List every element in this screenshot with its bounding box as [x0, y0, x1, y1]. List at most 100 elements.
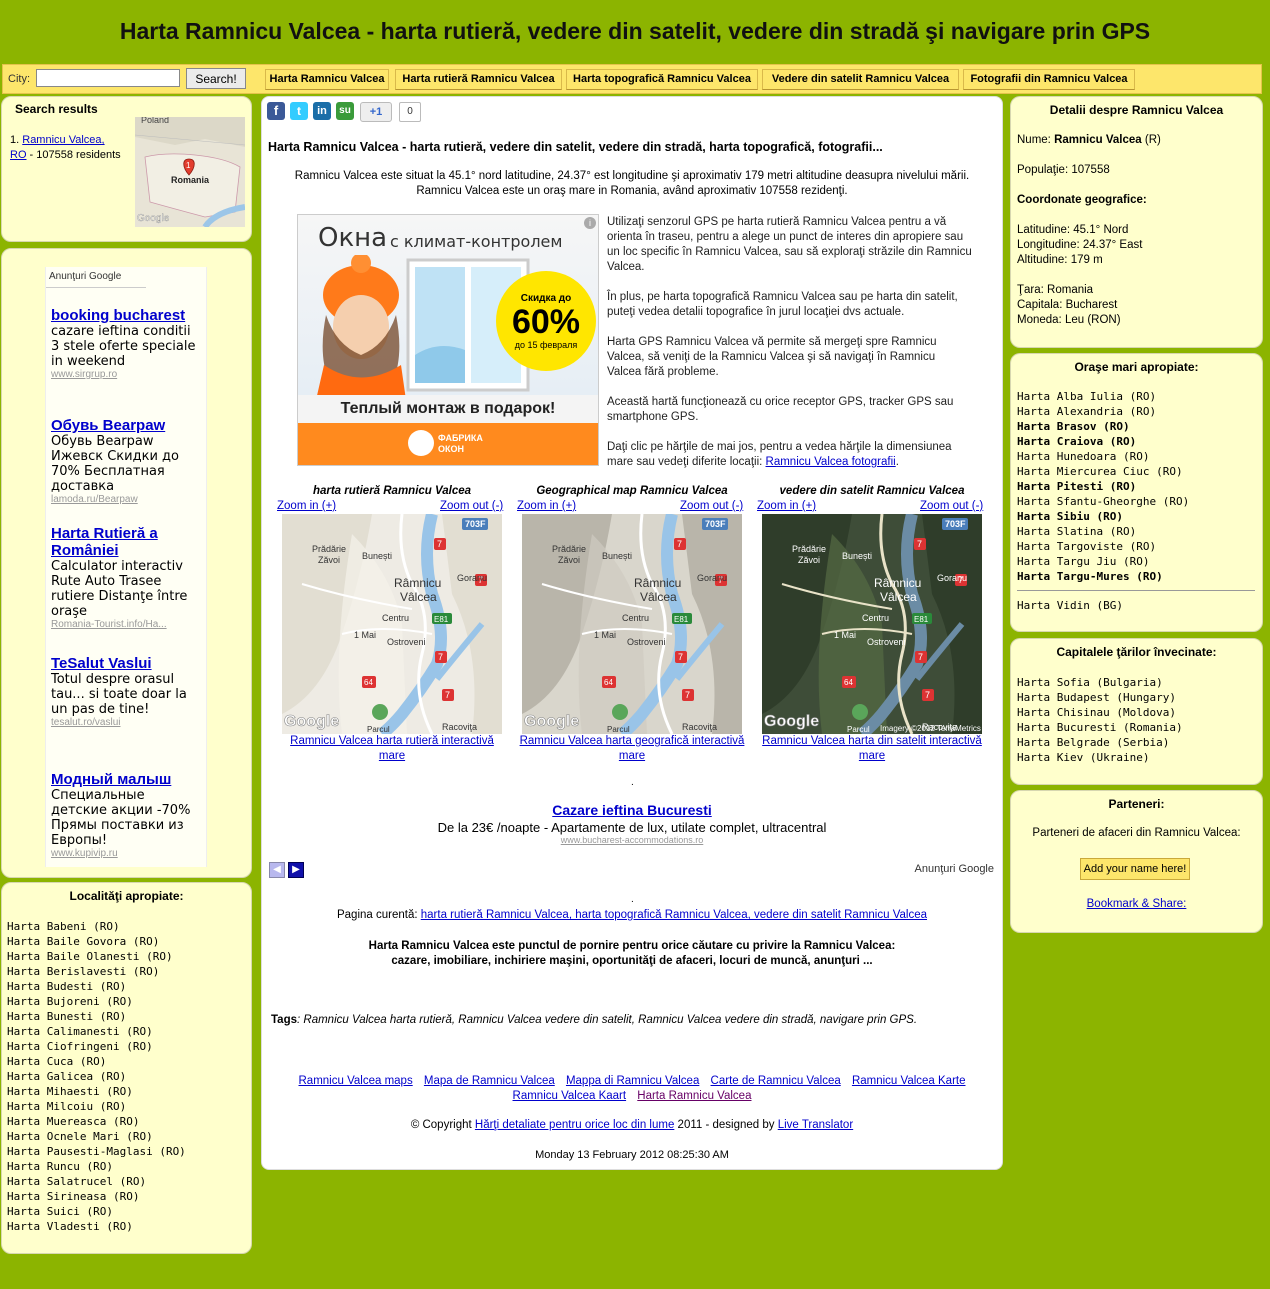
capital-link[interactable]: Harta Bucuresti (Romania) — [1017, 720, 1183, 735]
nearby-locality-link[interactable]: Harta Baile Govora (RO) — [7, 934, 186, 949]
nearby-city-link[interactable]: Harta Brasov (RO) — [1017, 419, 1189, 434]
left-ad-item[interactable]: TeSalut Vaslui Totul despre orasul tau...… — [51, 655, 201, 728]
nearby-city-link[interactable]: Harta Slatina (RO) — [1017, 524, 1189, 539]
left-ad-item[interactable]: Harta Rutieră a României Calculator inter… — [51, 525, 201, 630]
capital-link[interactable]: Harta Budapest (Hungary) — [1017, 690, 1183, 705]
linkedin-icon[interactable]: in — [313, 102, 331, 120]
footer-language-link[interactable]: Mapa de Ramnicu Valcea — [424, 1075, 555, 1087]
nearby-locality-link[interactable]: Harta Baile Olanesti (RO) — [7, 949, 186, 964]
nearby-locality-link[interactable]: Harta Suici (RO) — [7, 1204, 186, 1219]
ad-next-icon[interactable]: ▶ — [288, 862, 304, 878]
bottom-ad-title[interactable]: Cazare ieftina Bucuresti — [262, 802, 1002, 818]
nearby-locality-link[interactable]: Harta Sirineasa (RO) — [7, 1189, 186, 1204]
search-result-mini-map[interactable]: Poland Romania 1 Google — [134, 115, 246, 229]
nav-tab-rutiera[interactable]: Harta rutieră Ramnicu Valcea — [395, 69, 562, 90]
nearby-locality-link[interactable]: Harta Vladesti (RO) — [7, 1219, 186, 1234]
left-ad-item[interactable]: Обувь Bearpaw Обувь Bearpaw Ижевск Скидки… — [51, 417, 201, 505]
add-name-button[interactable]: Add your name here! — [1080, 858, 1190, 880]
map-satellite[interactable]: 703F 7 7 E81 7 64 7 Prădărie Zăvoi Bunești Goranu R… — [762, 514, 982, 734]
city-search-input[interactable] — [36, 69, 180, 87]
left-ad-url[interactable]: tesalut.ro/vaslui — [51, 717, 201, 728]
left-ad-url[interactable]: lamoda.ru/Bearpaw — [51, 494, 201, 505]
nearby-locality-link[interactable]: Harta Bujoreni (RO) — [7, 994, 186, 1009]
nav-tab-topografica[interactable]: Harta topografică Ramnicu Valcea — [566, 69, 758, 90]
nearby-locality-link[interactable]: Harta Babeni (RO) — [7, 919, 186, 934]
bookmark-share-link[interactable]: Bookmark & Share: — [1011, 898, 1262, 910]
nearby-locality-link[interactable]: Harta Ciofringeni (RO) — [7, 1039, 186, 1054]
bottom-ad-url[interactable]: www.bucharest-accommodations.ro — [262, 835, 1002, 845]
nearby-city-link[interactable]: Harta Hunedoara (RO) — [1017, 449, 1189, 464]
nearby-locality-link[interactable]: Harta Galicea (RO) — [7, 1069, 186, 1084]
footer-language-link[interactable]: Carte de Ramnicu Valcea — [711, 1075, 841, 1087]
ad-prev-icon[interactable]: ◀ — [269, 862, 285, 878]
capital-link[interactable]: Harta Belgrade (Serbia) — [1017, 735, 1183, 750]
nearby-locality-link[interactable]: Harta Bunesti (RO) — [7, 1009, 186, 1024]
left-ad-item[interactable]: booking bucharest cazare ieftina conditii… — [51, 307, 201, 380]
nav-tab-satelit[interactable]: Vedere din satelit Ramnicu Valcea — [762, 69, 959, 90]
ads-google-label-main[interactable]: Anunţuri Google — [915, 863, 995, 875]
left-ad-title[interactable]: TeSalut Vaslui — [51, 655, 201, 672]
nearby-locality-link[interactable]: Harta Milcoiu (RO) — [7, 1099, 186, 1114]
left-ad-title[interactable]: Модный малыш — [51, 771, 201, 788]
capital-link[interactable]: Harta Sofia (Bulgaria) — [1017, 675, 1183, 690]
footer-language-link[interactable]: Harta Ramnicu Valcea — [637, 1090, 751, 1102]
nearby-city-link[interactable]: Harta Targu Jiu (RO) — [1017, 554, 1189, 569]
result-link[interactable]: Ramnicu Valcea, — [22, 134, 104, 146]
nav-tab-harta[interactable]: Harta Ramnicu Valcea — [265, 69, 389, 90]
left-ad-title[interactable]: Обувь Bearpaw — [51, 417, 201, 434]
ads-google-label[interactable]: Anunţuri Google — [49, 271, 121, 282]
map-road[interactable]: 703F 7 7 E81 7 64 7 Prădărie Zăvoi Bunești Goranu R… — [282, 514, 502, 734]
nearby-locality-link[interactable]: Harta Mihaesti (RO) — [7, 1084, 186, 1099]
facebook-icon[interactable]: f — [267, 102, 285, 120]
nearby-locality-link[interactable]: Harta Runcu (RO) — [7, 1159, 186, 1174]
nearby-locality-link[interactable]: Harta Berislavesti (RO) — [7, 964, 186, 979]
zoom-out-link[interactable]: Zoom out (-) — [920, 500, 983, 512]
left-ad-url[interactable]: www.kupivip.ru — [51, 848, 201, 859]
left-ad-title[interactable]: booking bucharest — [51, 307, 201, 324]
capital-link[interactable]: Harta Kiev (Ukraine) — [1017, 750, 1183, 765]
google-plus-one-button[interactable]: +1 — [360, 102, 392, 122]
left-ad-title[interactable]: Harta Rutieră a României — [51, 525, 201, 559]
copyright-link[interactable]: Hărţi detaliate pentru orice loc din lum… — [475, 1119, 674, 1131]
zoom-in-link[interactable]: Zoom in (+) — [517, 500, 576, 512]
map-caption-link[interactable]: Ramnicu Valcea harta din satelit interac… — [757, 734, 987, 764]
zoom-out-link[interactable]: Zoom out (-) — [440, 500, 503, 512]
nearby-locality-link[interactable]: Harta Budesti (RO) — [7, 979, 186, 994]
zoom-in-link[interactable]: Zoom in (+) — [277, 500, 336, 512]
zoom-in-link[interactable]: Zoom in (+) — [757, 500, 816, 512]
banner-ad[interactable]: Окна с климат-контролем Скидка до 60% до… — [297, 214, 599, 466]
nearby-city-link[interactable]: Harta Alba Iulia (RO) — [1017, 389, 1189, 404]
capital-link[interactable]: Harta Chisinau (Moldova) — [1017, 705, 1183, 720]
nearby-city-link[interactable]: Harta Sfantu-Gheorghe (RO) — [1017, 494, 1189, 509]
nearby-city-link[interactable]: Harta Targoviste (RO) — [1017, 539, 1189, 554]
nearby-city-link[interactable]: Harta Alexandria (RO) — [1017, 404, 1189, 419]
nearby-city-link[interactable]: Harta Craiova (RO) — [1017, 434, 1189, 449]
city-link-vidin[interactable]: Harta Vidin (BG) — [1017, 599, 1123, 612]
nearby-locality-link[interactable]: Harta Calimanesti (RO) — [7, 1024, 186, 1039]
photos-link[interactable]: Ramnicu Valcea fotografii — [766, 456, 896, 468]
map-caption-link[interactable]: Ramnicu Valcea harta rutieră interactivă… — [277, 734, 507, 764]
left-ad-url[interactable]: www.sirgrup.ro — [51, 369, 201, 380]
stumbleupon-icon[interactable]: su — [336, 102, 354, 120]
search-button[interactable]: Search! — [186, 68, 246, 89]
nearby-locality-link[interactable]: Harta Ocnele Mari (RO) — [7, 1129, 186, 1144]
footer-language-link[interactable]: Ramnicu Valcea Karte — [852, 1075, 966, 1087]
nav-tab-fotografii[interactable]: Fotografii din Ramnicu Valcea — [963, 69, 1135, 90]
left-ad-item[interactable]: Модный малыш Специальные детские акции -7… — [51, 771, 201, 859]
nearby-locality-link[interactable]: Harta Cuca (RO) — [7, 1054, 186, 1069]
nearby-city-link[interactable]: Harta Sibiu (RO) — [1017, 509, 1189, 524]
nearby-locality-link[interactable]: Harta Muereasca (RO) — [7, 1114, 186, 1129]
footer-language-link[interactable]: Ramnicu Valcea Kaart — [513, 1090, 627, 1102]
designer-link[interactable]: Live Translator — [778, 1119, 853, 1131]
result-country-link[interactable]: RO — [10, 149, 27, 161]
nearby-locality-link[interactable]: Harta Salatrucel (RO) — [7, 1174, 186, 1189]
nearby-city-link[interactable]: Harta Targu-Mures (RO) — [1017, 569, 1189, 584]
nearby-locality-link[interactable]: Harta Pausesti-Maglasi (RO) — [7, 1144, 186, 1159]
nearby-city-link[interactable]: Harta Pitesti (RO) — [1017, 479, 1189, 494]
footer-language-link[interactable]: Ramnicu Valcea maps — [299, 1075, 413, 1087]
current-page-link[interactable]: harta rutieră Ramnicu Valcea, harta topo… — [421, 909, 927, 921]
left-ad-url[interactable]: Romania-Tourist.info/Ha... — [51, 619, 201, 630]
map-terrain[interactable]: 703F 7 7 E81 7 64 7 Prădărie Zăvoi Bunești Goranu R… — [522, 514, 742, 734]
nearby-city-link[interactable]: Harta Miercurea Ciuc (RO) — [1017, 464, 1189, 479]
zoom-out-link[interactable]: Zoom out (-) — [680, 500, 743, 512]
